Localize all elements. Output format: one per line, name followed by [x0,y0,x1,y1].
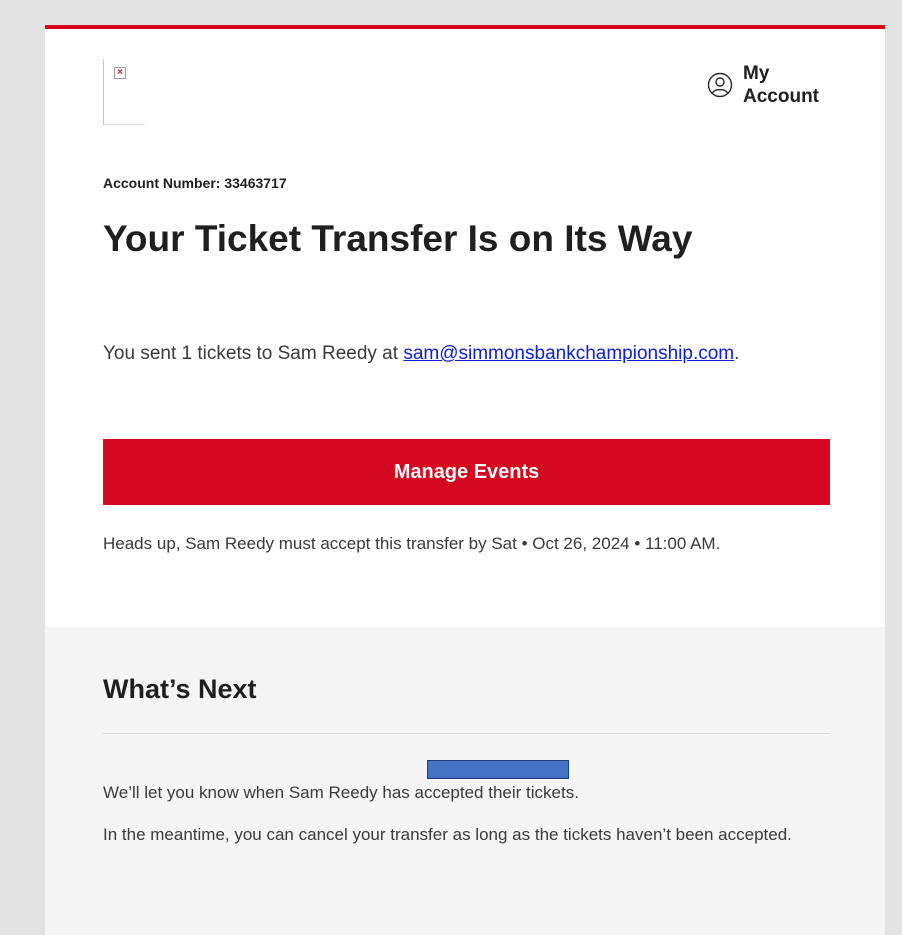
whats-next-section: What’s Next We’ll let you know when Sam … [45,627,885,935]
accept-deadline-notice: Heads up, Sam Reedy must accept this tra… [103,534,721,553]
my-account-link[interactable]: My Account [707,62,831,108]
manage-events-button[interactable]: Manage Events [103,439,830,505]
transfer-summary-suffix: . [734,343,740,364]
my-account-label: My Account [743,63,819,107]
recipient-email-link[interactable]: sam@simmonsbankchampionship.com [403,343,734,364]
account-number: Account Number: 33463717 [103,175,287,191]
logo-image[interactable]: × [103,59,145,125]
page-title: Your Ticket Transfer Is on Its Way [103,218,693,259]
redaction-box [427,760,569,779]
user-circle-icon [707,72,733,98]
section-divider [103,733,830,734]
notification-notice: We’ll let you know when Sam Reedy has ac… [103,783,579,802]
transfer-summary: You sent 1 tickets to Sam Reedy at sam@s… [103,342,743,366]
transfer-summary-text: You sent 1 tickets to Sam Reedy at [103,343,404,364]
email-header: × My Account [103,59,831,129]
email-card: × My Account Account Number: 33463717 Yo… [45,25,885,935]
cancel-transfer-notice: In the meantime, you can cancel your tra… [103,825,792,844]
broken-image-icon: × [114,67,126,79]
whats-next-heading: What’s Next [103,674,257,704]
